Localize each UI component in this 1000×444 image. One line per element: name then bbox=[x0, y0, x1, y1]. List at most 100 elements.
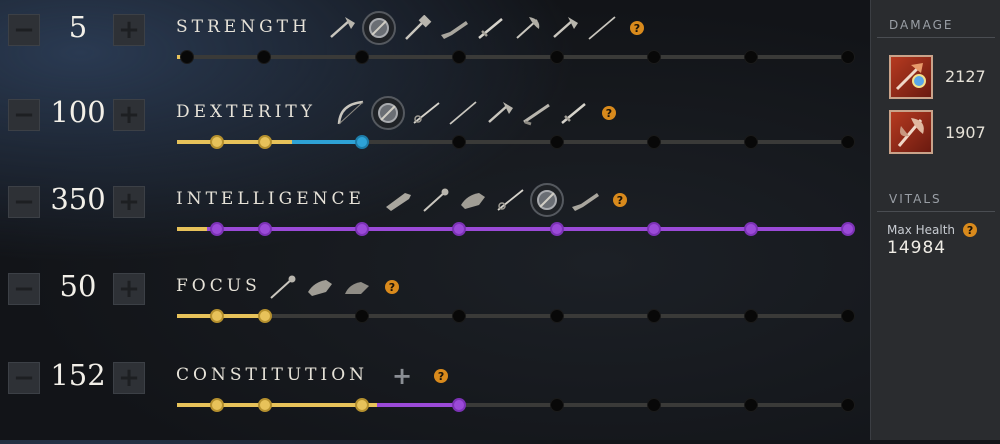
dexterity-increase-button[interactable]: + bbox=[113, 99, 145, 131]
musket-icon[interactable] bbox=[520, 98, 553, 128]
intelligence-node-3 bbox=[355, 222, 369, 236]
attributes-panel: − 5 + STRENGTH ? − 100 + DEXTERITY ? − 3… bbox=[0, 0, 870, 440]
bow-icon[interactable] bbox=[334, 98, 367, 128]
strength-increase-button[interactable]: + bbox=[113, 14, 145, 46]
focus-decrease-button[interactable]: − bbox=[8, 273, 40, 305]
constitution-increase-button[interactable]: + bbox=[113, 362, 145, 394]
damage-value-2: 1907 bbox=[945, 123, 986, 142]
dexterity-label: DEXTERITY bbox=[176, 102, 316, 122]
dexterity-value: 100 bbox=[50, 95, 106, 129]
great-axe-icon[interactable] bbox=[511, 13, 544, 43]
spear-icon[interactable] bbox=[446, 98, 479, 128]
strength-node-7 bbox=[744, 50, 758, 64]
attribute-row-strength: − 5 + STRENGTH ? bbox=[0, 8, 870, 96]
fire-staff-icon[interactable] bbox=[889, 55, 933, 99]
dexterity-decrease-button[interactable]: − bbox=[8, 99, 40, 131]
constitution-node-1 bbox=[210, 398, 224, 412]
constitution-progress-track bbox=[177, 398, 855, 412]
void-gauntlet-icon[interactable] bbox=[456, 185, 489, 215]
intelligence-weapon-icons: ? bbox=[382, 183, 627, 217]
strength-weapon-icons: ? bbox=[325, 11, 644, 45]
constitution-icons: + ? bbox=[392, 359, 449, 393]
intelligence-fill-gold bbox=[177, 227, 207, 231]
hatchet-icon[interactable] bbox=[325, 13, 358, 43]
rapier-icon[interactable] bbox=[493, 185, 526, 215]
sword-icon[interactable] bbox=[557, 98, 590, 128]
focus-node-8 bbox=[841, 309, 855, 323]
attribute-row-constitution: − 152 + CONSTITUTION + ? bbox=[0, 356, 870, 444]
dexterity-weapon-icons: ? bbox=[334, 96, 616, 130]
strength-help-icon[interactable]: ? bbox=[630, 21, 644, 35]
attribute-row-focus: − 50 + FOCUS ? bbox=[0, 267, 870, 355]
hatchet-icon[interactable] bbox=[483, 98, 516, 128]
sword-icon[interactable] bbox=[474, 13, 507, 43]
war-hammer-icon[interactable] bbox=[400, 13, 433, 43]
damage-value-1: 2127 bbox=[945, 67, 986, 86]
rapier-icon[interactable] bbox=[409, 98, 442, 128]
health-plus-icon: + bbox=[392, 362, 413, 390]
constitution-node-3 bbox=[355, 398, 369, 412]
constitution-fill-purple bbox=[377, 403, 459, 407]
constitution-node-4 bbox=[452, 398, 466, 412]
stats-sidebar: DAMAGE 2127 1907 VITALS Max Health ? 149… bbox=[870, 0, 1000, 440]
intelligence-value: 350 bbox=[50, 182, 106, 216]
focus-increase-button[interactable]: + bbox=[113, 273, 145, 305]
max-health-help-icon[interactable]: ? bbox=[963, 223, 978, 237]
strength-node-8 bbox=[841, 50, 855, 64]
dexterity-node-8 bbox=[841, 135, 855, 149]
focus-help-icon[interactable]: ? bbox=[385, 280, 399, 294]
round-shield-icon[interactable] bbox=[530, 183, 564, 217]
spear-icon[interactable] bbox=[585, 13, 618, 43]
dexterity-node-3 bbox=[355, 135, 369, 149]
strength-decrease-button[interactable]: − bbox=[8, 14, 40, 46]
focus-value: 50 bbox=[59, 269, 97, 303]
constitution-fill-gold bbox=[177, 403, 377, 407]
blunderbuss-icon[interactable] bbox=[437, 13, 470, 43]
intelligence-increase-button[interactable]: + bbox=[113, 186, 145, 218]
life-staff-icon[interactable] bbox=[266, 272, 299, 302]
hatchet-icon[interactable] bbox=[548, 13, 581, 43]
focus-node-3 bbox=[355, 309, 369, 323]
strength-node-3 bbox=[355, 50, 369, 64]
dexterity-help-icon[interactable]: ? bbox=[602, 106, 616, 120]
strength-value: 5 bbox=[68, 10, 88, 44]
life-staff-icon[interactable] bbox=[419, 185, 452, 215]
damage-divider bbox=[877, 37, 995, 38]
strength-node-2 bbox=[257, 50, 271, 64]
dexterity-node-1 bbox=[210, 135, 224, 149]
attribute-row-dexterity: − 100 + DEXTERITY ? bbox=[0, 93, 870, 181]
intelligence-help-icon[interactable]: ? bbox=[613, 193, 627, 207]
fire-staff-icon[interactable] bbox=[382, 185, 415, 215]
focus-node-5 bbox=[550, 309, 564, 323]
ice-gauntlet-icon[interactable] bbox=[340, 272, 373, 302]
max-health-label: Max Health bbox=[887, 223, 956, 237]
intelligence-node-1 bbox=[210, 222, 224, 236]
max-health-value: 14984 bbox=[887, 238, 947, 258]
great-axe-icon[interactable] bbox=[889, 110, 933, 154]
focus-node-1 bbox=[210, 309, 224, 323]
dexterity-node-5 bbox=[550, 135, 564, 149]
intelligence-node-6 bbox=[647, 222, 661, 236]
intelligence-node-7 bbox=[744, 222, 758, 236]
focus-node-6 bbox=[647, 309, 661, 323]
dexterity-node-2 bbox=[258, 135, 272, 149]
focus-weapon-icons: ? bbox=[266, 270, 399, 304]
dexterity-fill-blue bbox=[292, 140, 362, 144]
max-health-row: Max Health ? bbox=[887, 223, 978, 237]
round-shield-icon[interactable] bbox=[371, 96, 405, 130]
void-gauntlet-icon[interactable] bbox=[303, 272, 336, 302]
vitals-heading: VITALS bbox=[889, 192, 942, 206]
intelligence-decrease-button[interactable]: − bbox=[8, 186, 40, 218]
constitution-decrease-button[interactable]: − bbox=[8, 362, 40, 394]
blunderbuss-icon[interactable] bbox=[568, 185, 601, 215]
constitution-node-7 bbox=[744, 398, 758, 412]
damage-heading: DAMAGE bbox=[889, 18, 954, 32]
intelligence-label: INTELLIGENCE bbox=[176, 189, 365, 209]
strength-node-6 bbox=[647, 50, 661, 64]
round-shield-icon[interactable] bbox=[362, 11, 396, 45]
dexterity-fill-gold bbox=[177, 140, 292, 144]
focus-node-7 bbox=[744, 309, 758, 323]
constitution-help-icon[interactable]: ? bbox=[434, 369, 449, 383]
focus-node-2 bbox=[258, 309, 272, 323]
intelligence-node-4 bbox=[452, 222, 466, 236]
